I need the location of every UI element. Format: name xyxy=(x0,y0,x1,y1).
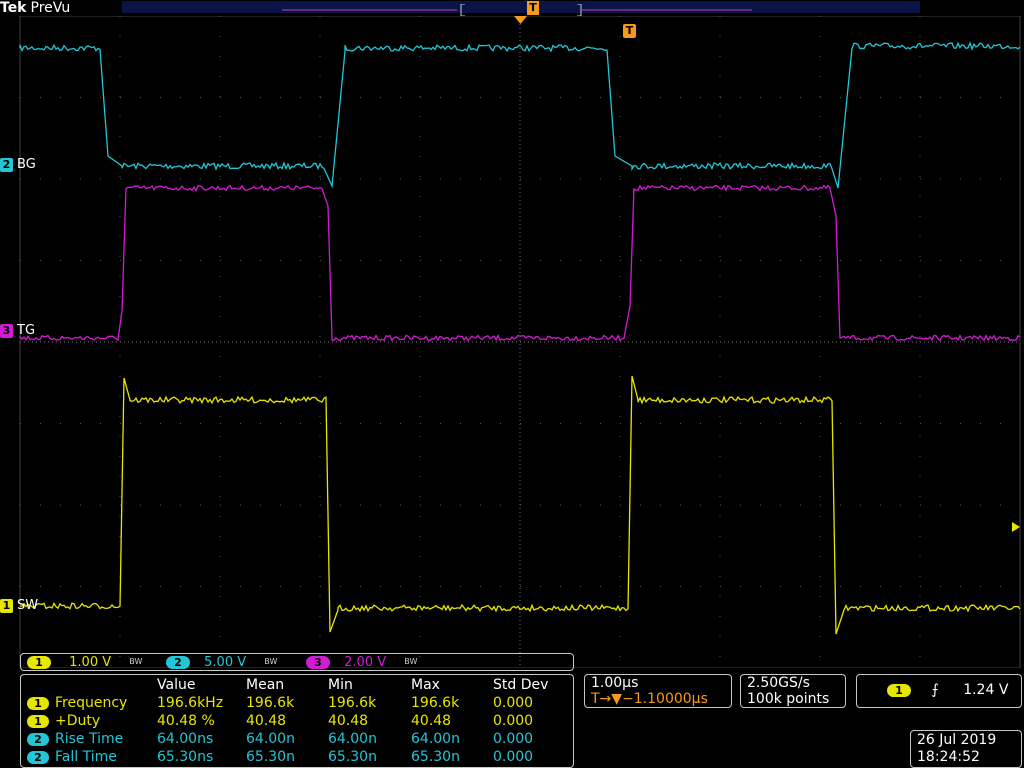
measurement-label: Frequency xyxy=(55,695,128,711)
trigger-source-pill: 1 xyxy=(887,683,911,697)
measurement-header-row: Value Mean Min Max Std Dev xyxy=(21,676,575,694)
trigger-time-marker[interactable]: T xyxy=(623,24,636,38)
measurement-label: Rise Time xyxy=(55,731,124,747)
measurement-table[interactable]: Value Mean Min Max Std Dev 1 Frequency 196… xyxy=(20,674,574,768)
col-mean: Mean xyxy=(246,677,285,693)
measurement-name: 2 Rise Time xyxy=(27,730,123,748)
date: 26 Jul 2019 xyxy=(917,732,997,748)
horizontal-settings[interactable]: 1.00µs T→▼−1.10000µs xyxy=(584,674,732,708)
ch3-scale[interactable]: 3 2.00 V BW xyxy=(306,654,417,671)
measurement-name: 2 Fall Time xyxy=(27,748,117,766)
measurement-max: 196.6k xyxy=(411,695,460,711)
channel-3-label[interactable]: 3 TG xyxy=(0,323,35,339)
channel-2-name: BG xyxy=(17,157,36,172)
ch2-bw-icon: BW xyxy=(264,657,278,666)
measurement-name: 1 Frequency xyxy=(27,694,127,712)
measurement-mean: 196.6k xyxy=(246,695,295,711)
ch1-scale[interactable]: 1 1.00 V BW xyxy=(27,654,142,671)
ch2-scale[interactable]: 2 5.00 V BW xyxy=(166,654,277,671)
measurement-min: 40.48 xyxy=(328,713,369,729)
measurement-channel-pill: 2 xyxy=(27,750,49,764)
measurement-name: 1 +Duty xyxy=(27,712,100,730)
top-status-bar: Tek PreVu T xyxy=(0,0,1024,17)
measurement-row[interactable]: 1 Frequency 196.6kHz 196.6k 196.6k 196.6k 0.00… xyxy=(21,694,575,712)
waveform-display[interactable] xyxy=(0,16,1024,668)
measurement-std: 0.000 xyxy=(493,731,534,747)
mode-prevu: PreVu xyxy=(30,0,71,16)
sample-rate: 2.50GS/s xyxy=(747,675,810,691)
measurement-value: 64.00ns xyxy=(157,731,214,747)
measurement-min: 65.30n xyxy=(328,749,377,765)
measurement-channel-pill: 2 xyxy=(27,732,49,746)
acquisition-settings[interactable]: 2.50GS/s 100k points xyxy=(740,674,846,708)
measurement-label: +Duty xyxy=(55,713,101,729)
col-max: Max xyxy=(411,677,440,693)
measurement-channel-pill: 1 xyxy=(27,714,49,728)
ch3-scale-value: 2.00 V xyxy=(344,654,387,670)
col-value: Value xyxy=(157,677,196,693)
measurement-std: 0.000 xyxy=(493,749,534,765)
channel-1-badge: 1 xyxy=(0,599,13,613)
measurement-mean: 65.30n xyxy=(246,749,295,765)
brand-tek: Tek xyxy=(0,0,27,16)
measurement-row[interactable]: 1 +Duty 40.48 % 40.48 40.48 40.48 0.000 xyxy=(21,712,575,730)
measurement-value: 196.6kHz xyxy=(157,695,224,711)
measurement-std: 0.000 xyxy=(493,713,534,729)
col-min: Min xyxy=(328,677,353,693)
trigger-level: 1.24 V xyxy=(963,682,1009,698)
measurement-max: 64.00n xyxy=(411,731,460,747)
time-per-div: 1.00µs xyxy=(591,675,639,691)
channel-1-label[interactable]: 1 SW xyxy=(0,598,38,614)
ch3-pill: 3 xyxy=(306,655,330,669)
measurement-value: 40.48 % xyxy=(157,713,215,729)
col-std-dev: Std Dev xyxy=(493,677,549,693)
measurement-min: 196.6k xyxy=(328,695,377,711)
record-window-icon xyxy=(282,3,752,17)
measurement-channel-pill: 1 xyxy=(27,696,49,710)
measurement-max: 40.48 xyxy=(411,713,452,729)
trigger-position-marker[interactable]: T xyxy=(527,1,539,15)
measurement-min: 64.00n xyxy=(328,731,377,747)
brand-label: Tek PreVu xyxy=(0,0,70,16)
trigger-line: 1 ⨍ 1.24 V xyxy=(887,682,1008,699)
ch1-pill: 1 xyxy=(27,655,51,669)
date-time-display: 26 Jul 2019 18:24:52 xyxy=(910,730,1022,768)
channel-2-badge: 2 xyxy=(0,158,13,172)
record-view-bar[interactable] xyxy=(122,1,920,17)
ch1-scale-value: 1.00 V xyxy=(69,654,112,670)
channel-2-label[interactable]: 2 BG xyxy=(0,157,36,173)
measurement-row[interactable]: 2 Fall Time 65.30ns 65.30n 65.30n 65.30n 0.000 xyxy=(21,748,575,766)
time: 18:24:52 xyxy=(917,749,980,765)
record-length: 100k points xyxy=(747,691,830,707)
rising-edge-icon: ⨍ xyxy=(931,682,939,698)
channel-3-badge: 3 xyxy=(0,324,13,338)
measurement-row[interactable]: 2 Rise Time 64.00ns 64.00n 64.00n 64.00n 0.000 xyxy=(21,730,575,748)
measurement-value: 65.30ns xyxy=(157,749,214,765)
ch2-pill: 2 xyxy=(166,655,190,669)
trigger-settings[interactable]: 1 ⨍ 1.24 V xyxy=(856,674,1022,708)
trigger-delay: T→▼−1.10000µs xyxy=(591,691,708,707)
measurement-label: Fall Time xyxy=(55,749,117,765)
ch2-scale-value: 5.00 V xyxy=(204,654,247,670)
measurement-mean: 40.48 xyxy=(246,713,287,729)
channel-scale-bar[interactable]: 1 1.00 V BW 2 5.00 V BW 3 2.00 V BW xyxy=(20,653,574,671)
measurement-mean: 64.00n xyxy=(246,731,295,747)
channel-3-name: TG xyxy=(17,323,36,338)
channel-1-name: SW xyxy=(17,598,39,613)
measurement-max: 65.30n xyxy=(411,749,460,765)
ch1-bw-icon: BW xyxy=(129,657,143,666)
ch3-bw-icon: BW xyxy=(404,657,418,666)
measurement-std: 0.000 xyxy=(493,695,534,711)
